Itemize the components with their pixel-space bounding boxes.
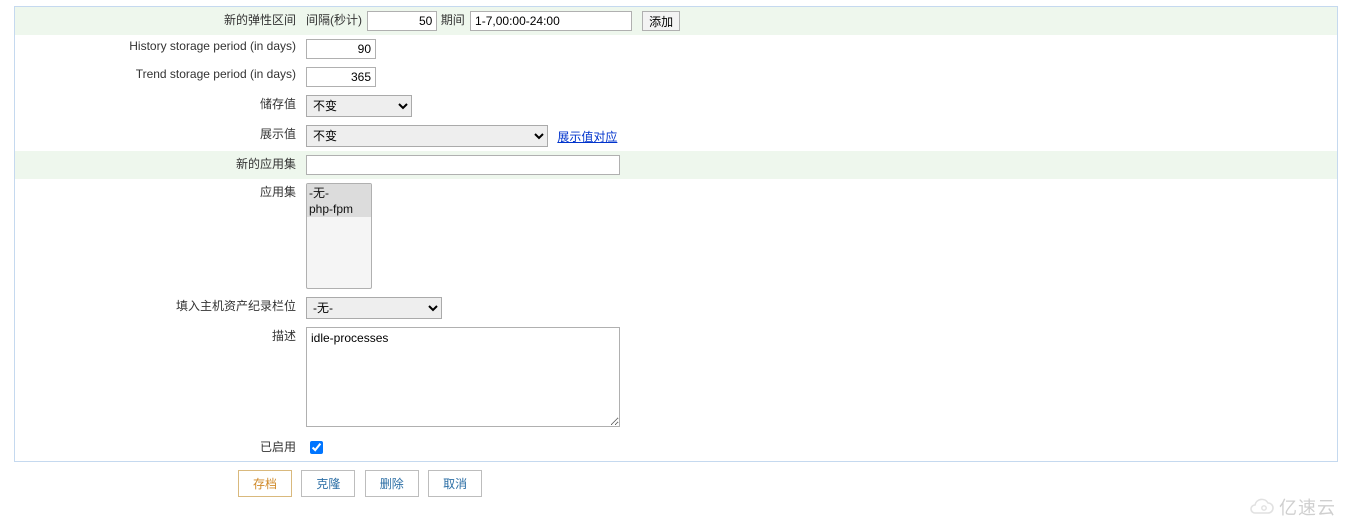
description-textarea[interactable]	[306, 327, 620, 427]
period-label: 期间	[441, 11, 465, 28]
action-bar: 存档 克隆 删除 取消	[14, 470, 1338, 497]
field-elastic-interval: 间隔(秒计) 期间 添加	[300, 7, 1337, 35]
label-show-value: 展示值	[15, 121, 300, 151]
cancel-button[interactable]: 取消	[428, 470, 482, 497]
form-table: 新的弹性区间 间隔(秒计) 期间 添加 History storage peri…	[15, 7, 1337, 461]
row-new-appset: 新的应用集	[15, 151, 1337, 179]
form-container: 新的弹性区间 间隔(秒计) 期间 添加 History storage peri…	[14, 6, 1338, 462]
row-show-value: 展示值 不变 展示值对应	[15, 121, 1337, 151]
interval-seconds-input[interactable]	[367, 11, 437, 31]
add-button[interactable]: 添加	[642, 11, 680, 31]
label-trend-period: Trend storage period (in days)	[15, 63, 300, 91]
label-enabled: 已启用	[15, 434, 300, 461]
row-history-period: History storage period (in days)	[15, 35, 1337, 63]
show-value-select[interactable]: 不变	[306, 125, 548, 147]
label-description: 描述	[15, 323, 300, 434]
trend-period-input[interactable]	[306, 67, 376, 87]
row-appset: 应用集 -无- php-fpm	[15, 179, 1337, 293]
label-new-appset: 新的应用集	[15, 151, 300, 179]
delete-button[interactable]: 删除	[365, 470, 419, 497]
host-inventory-select[interactable]: -无-	[306, 297, 442, 319]
label-elastic-interval: 新的弹性区间	[15, 7, 300, 35]
show-value-map-link[interactable]: 展示值对应	[557, 130, 617, 144]
watermark-text: 亿速云	[1279, 494, 1336, 520]
save-button[interactable]: 存档	[238, 470, 292, 497]
new-appset-input[interactable]	[306, 155, 620, 175]
row-host-inventory: 填入主机资产纪录栏位 -无-	[15, 293, 1337, 323]
label-store-value: 储存值	[15, 91, 300, 121]
period-input[interactable]	[470, 11, 632, 31]
row-store-value: 储存值 不变	[15, 91, 1337, 121]
label-history-period: History storage period (in days)	[15, 35, 300, 63]
enabled-checkbox[interactable]	[310, 441, 323, 454]
interval-seconds-label: 间隔(秒计)	[306, 11, 362, 28]
row-description: 描述	[15, 323, 1337, 434]
row-enabled: 已启用	[15, 434, 1337, 461]
store-value-select[interactable]: 不变	[306, 95, 412, 117]
watermark: 亿速云	[1247, 494, 1336, 520]
appset-multiselect[interactable]: -无- php-fpm	[306, 183, 372, 289]
row-elastic-interval: 新的弹性区间 间隔(秒计) 期间 添加	[15, 7, 1337, 35]
label-host-inventory: 填入主机资产纪录栏位	[15, 293, 300, 323]
row-trend-period: Trend storage period (in days)	[15, 63, 1337, 91]
cloud-icon	[1247, 498, 1275, 516]
history-period-input[interactable]	[306, 39, 376, 59]
label-appset: 应用集	[15, 179, 300, 293]
clone-button[interactable]: 克隆	[301, 470, 355, 497]
